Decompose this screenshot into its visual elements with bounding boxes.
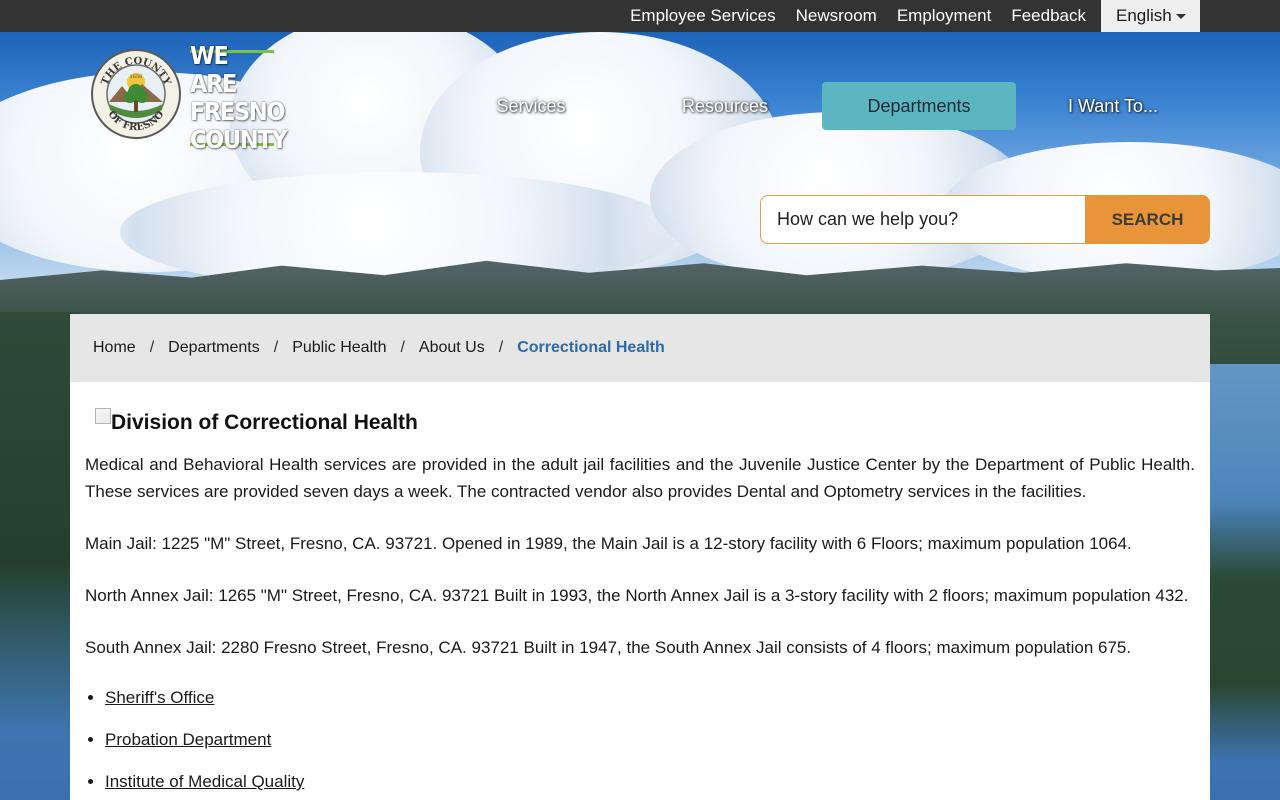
search-button[interactable]: SEARCH [1085, 195, 1210, 244]
breadcrumb-separator: / [149, 339, 155, 356]
breadcrumb-current: Correctional Health [517, 339, 665, 356]
nav-item-i-want-to[interactable]: I Want To... [1016, 82, 1210, 130]
utility-link-newsroom[interactable]: Newsroom [786, 0, 887, 32]
wordmark-line-1: WE ARE [190, 41, 237, 98]
main-nav: Services Resources Departments I Want To… [434, 82, 1210, 130]
breadcrumb-public-health[interactable]: Public Health [292, 339, 386, 357]
language-select-value: English [1116, 6, 1172, 25]
county-logo[interactable]: THE COUNTY OF FRESNO 1856 WE ARE FRESNO … [90, 42, 288, 154]
main-content: Division of Correctional Health Medical … [70, 382, 1210, 793]
utility-link-feedback[interactable]: Feedback [1001, 0, 1096, 32]
nav-item-departments[interactable]: Departments [822, 82, 1016, 130]
nav-item-services[interactable]: Services [434, 82, 628, 130]
main-jail-paragraph: Main Jail: 1225 "M" Street, Fresno, CA. … [85, 534, 1132, 553]
breadcrumb: Home / Departments / Public Health / Abo… [70, 314, 1210, 382]
breadcrumb-departments[interactable]: Departments [168, 339, 260, 357]
wordmark-line-3: COUNTY [190, 125, 288, 154]
breadcrumb-separator: / [400, 339, 405, 356]
south-annex-paragraph: South Annex Jail: 2280 Fresno Street, Fr… [85, 638, 1132, 657]
breadcrumb-about-us[interactable]: About Us [419, 339, 485, 357]
breadcrumb-separator: / [498, 339, 504, 356]
breadcrumb-home[interactable]: Home [93, 339, 136, 357]
intro-paragraph: Medical and Behavioral Health services a… [85, 455, 1195, 501]
language-select[interactable]: English [1101, 0, 1200, 32]
list-item: Sheriff's Office [105, 687, 1195, 709]
caret-down-icon [1176, 14, 1186, 19]
utility-bar: Employee Services Newsroom Employment Fe… [0, 0, 1280, 32]
search-input[interactable] [760, 195, 1085, 244]
svg-text:1856: 1856 [130, 74, 143, 80]
link-sheriffs-office[interactable]: Sheriff's Office [105, 688, 214, 707]
list-item: Institute of Medical Quality [105, 771, 1195, 793]
nav-item-resources[interactable]: Resources [628, 82, 822, 130]
breadcrumb-separator: / [273, 339, 279, 356]
wordmark-line-2: FRESNO [190, 97, 285, 126]
content-panel: Home / Departments / Public Health / Abo… [70, 314, 1210, 800]
related-links: Sheriff's Office Probation Department In… [85, 687, 1195, 793]
broken-image-icon [95, 408, 111, 424]
utility-link-employee-services[interactable]: Employee Services [620, 0, 786, 32]
link-institute-of-medical-quality[interactable]: Institute of Medical Quality [105, 772, 304, 791]
utility-links: Employee Services Newsroom Employment Fe… [620, 0, 1200, 32]
county-seal-icon: THE COUNTY OF FRESNO 1856 [91, 49, 181, 139]
site-search: SEARCH [760, 195, 1210, 244]
link-probation-department[interactable]: Probation Department [105, 730, 271, 749]
page-heading: Division of Correctional Health [85, 382, 1195, 438]
page-title: Division of Correctional Health [111, 411, 418, 434]
wordmark: WE ARE FRESNO COUNTY [190, 42, 288, 154]
list-item: Probation Department [105, 729, 1195, 751]
north-annex-paragraph: North Annex Jail: 1265 "M" Street, Fresn… [85, 586, 1189, 605]
utility-link-employment[interactable]: Employment [887, 0, 1001, 32]
